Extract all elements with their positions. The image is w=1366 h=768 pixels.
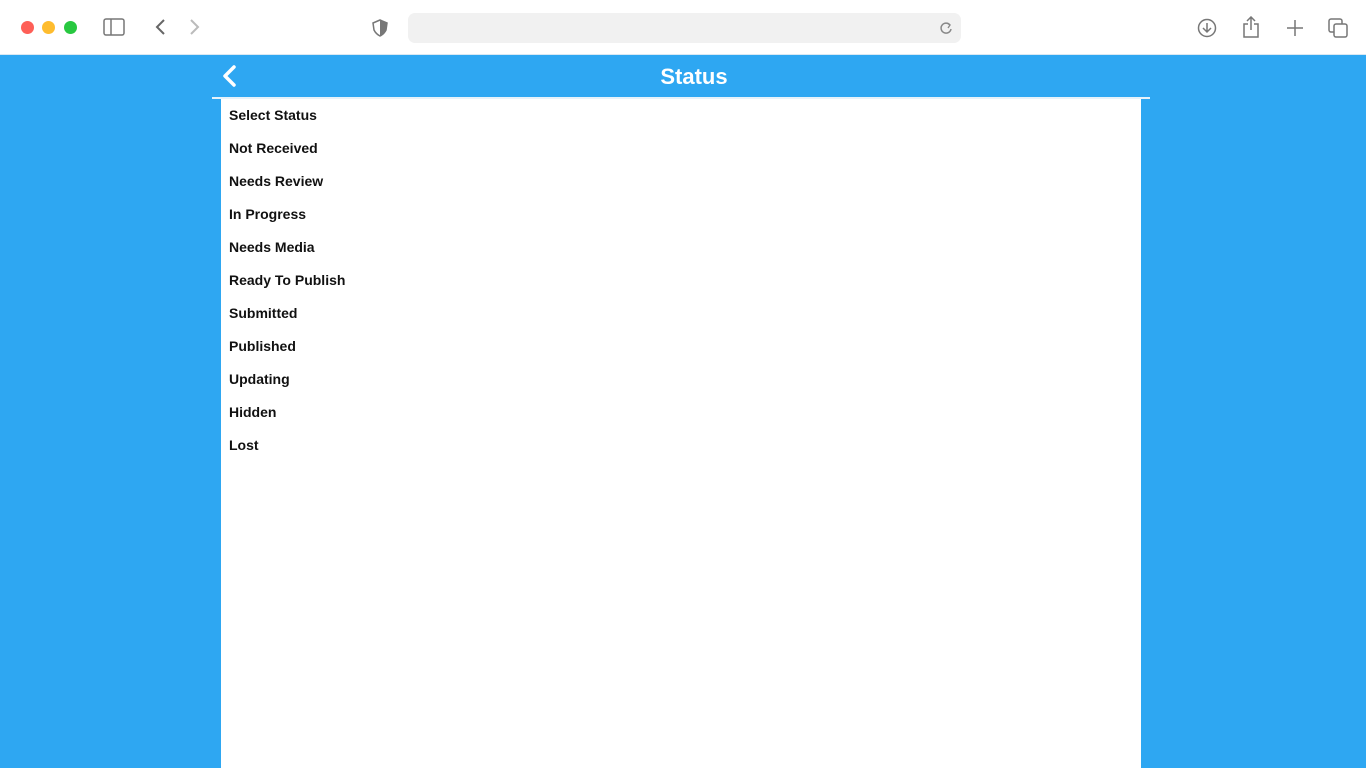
status-option[interactable]: Needs Media bbox=[221, 231, 1141, 264]
status-option[interactable]: Needs Review bbox=[221, 165, 1141, 198]
close-window-button[interactable] bbox=[21, 21, 34, 34]
reload-icon[interactable] bbox=[937, 19, 955, 37]
app-header: Status bbox=[0, 56, 1366, 98]
tabs-overview-icon[interactable] bbox=[1327, 17, 1349, 39]
status-option[interactable]: Lost bbox=[221, 429, 1141, 462]
back-icon[interactable] bbox=[150, 17, 170, 37]
new-tab-icon[interactable] bbox=[1284, 17, 1306, 39]
status-option[interactable]: Not Received bbox=[221, 132, 1141, 165]
status-option[interactable]: In Progress bbox=[221, 198, 1141, 231]
status-option[interactable]: Hidden bbox=[221, 396, 1141, 429]
sidebar-icon[interactable] bbox=[103, 17, 125, 37]
download-icon[interactable] bbox=[1196, 17, 1218, 39]
minimize-window-button[interactable] bbox=[42, 21, 55, 34]
status-option[interactable]: Ready To Publish bbox=[221, 264, 1141, 297]
browser-toolbar bbox=[0, 0, 1366, 55]
status-list: Select Status Not Received Needs Review … bbox=[221, 99, 1141, 768]
status-option[interactable]: Updating bbox=[221, 363, 1141, 396]
maximize-window-button[interactable] bbox=[64, 21, 77, 34]
share-icon[interactable] bbox=[1240, 15, 1262, 39]
shield-icon[interactable] bbox=[370, 17, 390, 39]
status-option[interactable]: Select Status bbox=[221, 99, 1141, 132]
chevron-left-icon[interactable] bbox=[219, 64, 241, 88]
forward-icon[interactable] bbox=[185, 17, 205, 37]
status-option[interactable]: Published bbox=[221, 330, 1141, 363]
page-title: Status bbox=[660, 64, 728, 89]
status-option[interactable]: Submitted bbox=[221, 297, 1141, 330]
address-bar[interactable] bbox=[408, 13, 961, 43]
